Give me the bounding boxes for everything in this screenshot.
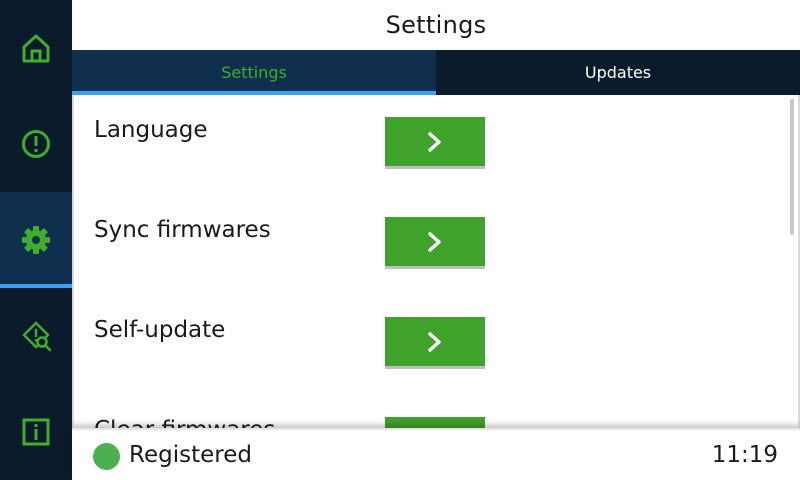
sidebar	[0, 0, 72, 480]
sidebar-item-settings[interactable]	[0, 192, 72, 288]
diagnostics-icon	[22, 321, 52, 352]
gear-icon	[22, 226, 50, 254]
clock: 11:19	[711, 442, 778, 468]
list-item: Language	[74, 95, 774, 195]
sidebar-item-info[interactable]	[0, 384, 72, 480]
chevron-right-icon	[428, 231, 441, 252]
page-title: Settings	[385, 11, 487, 39]
status-indicator-icon	[93, 443, 120, 470]
list-item: Clear firmwares	[74, 395, 774, 428]
language-open-button[interactable]	[385, 117, 485, 169]
sync-firmwares-label: Sync firmwares	[94, 217, 271, 243]
header: Settings	[72, 0, 800, 50]
status-bar: Registered 11:19	[72, 428, 800, 480]
chevron-right-icon	[428, 131, 441, 152]
tab-updates[interactable]: Updates	[436, 50, 800, 95]
self-update-open-button[interactable]	[385, 317, 485, 369]
tab-settings[interactable]: Settings	[72, 50, 436, 95]
info-icon	[22, 418, 50, 446]
self-update-label: Self-update	[94, 317, 226, 343]
list-item: Sync firmwares	[74, 195, 774, 295]
clear-firmwares-label: Clear firmwares	[94, 417, 275, 428]
chevron-right-icon	[428, 331, 441, 352]
sidebar-item-alerts[interactable]	[0, 96, 72, 192]
language-label: Language	[94, 117, 208, 143]
settings-list: Language Sync firmwares Self-update Clea…	[72, 95, 800, 428]
sidebar-item-home[interactable]	[0, 0, 72, 96]
tab-bar: Settings Updates	[72, 50, 800, 95]
home-icon	[22, 34, 50, 63]
list-item: Self-update	[74, 295, 774, 395]
sync-firmwares-open-button[interactable]	[385, 217, 485, 269]
alert-circle-icon	[22, 130, 50, 158]
status-text: Registered	[129, 442, 252, 468]
clear-firmwares-open-button[interactable]	[385, 417, 485, 428]
sidebar-item-diagnostics[interactable]	[0, 288, 72, 384]
scrollbar[interactable]	[790, 99, 794, 235]
